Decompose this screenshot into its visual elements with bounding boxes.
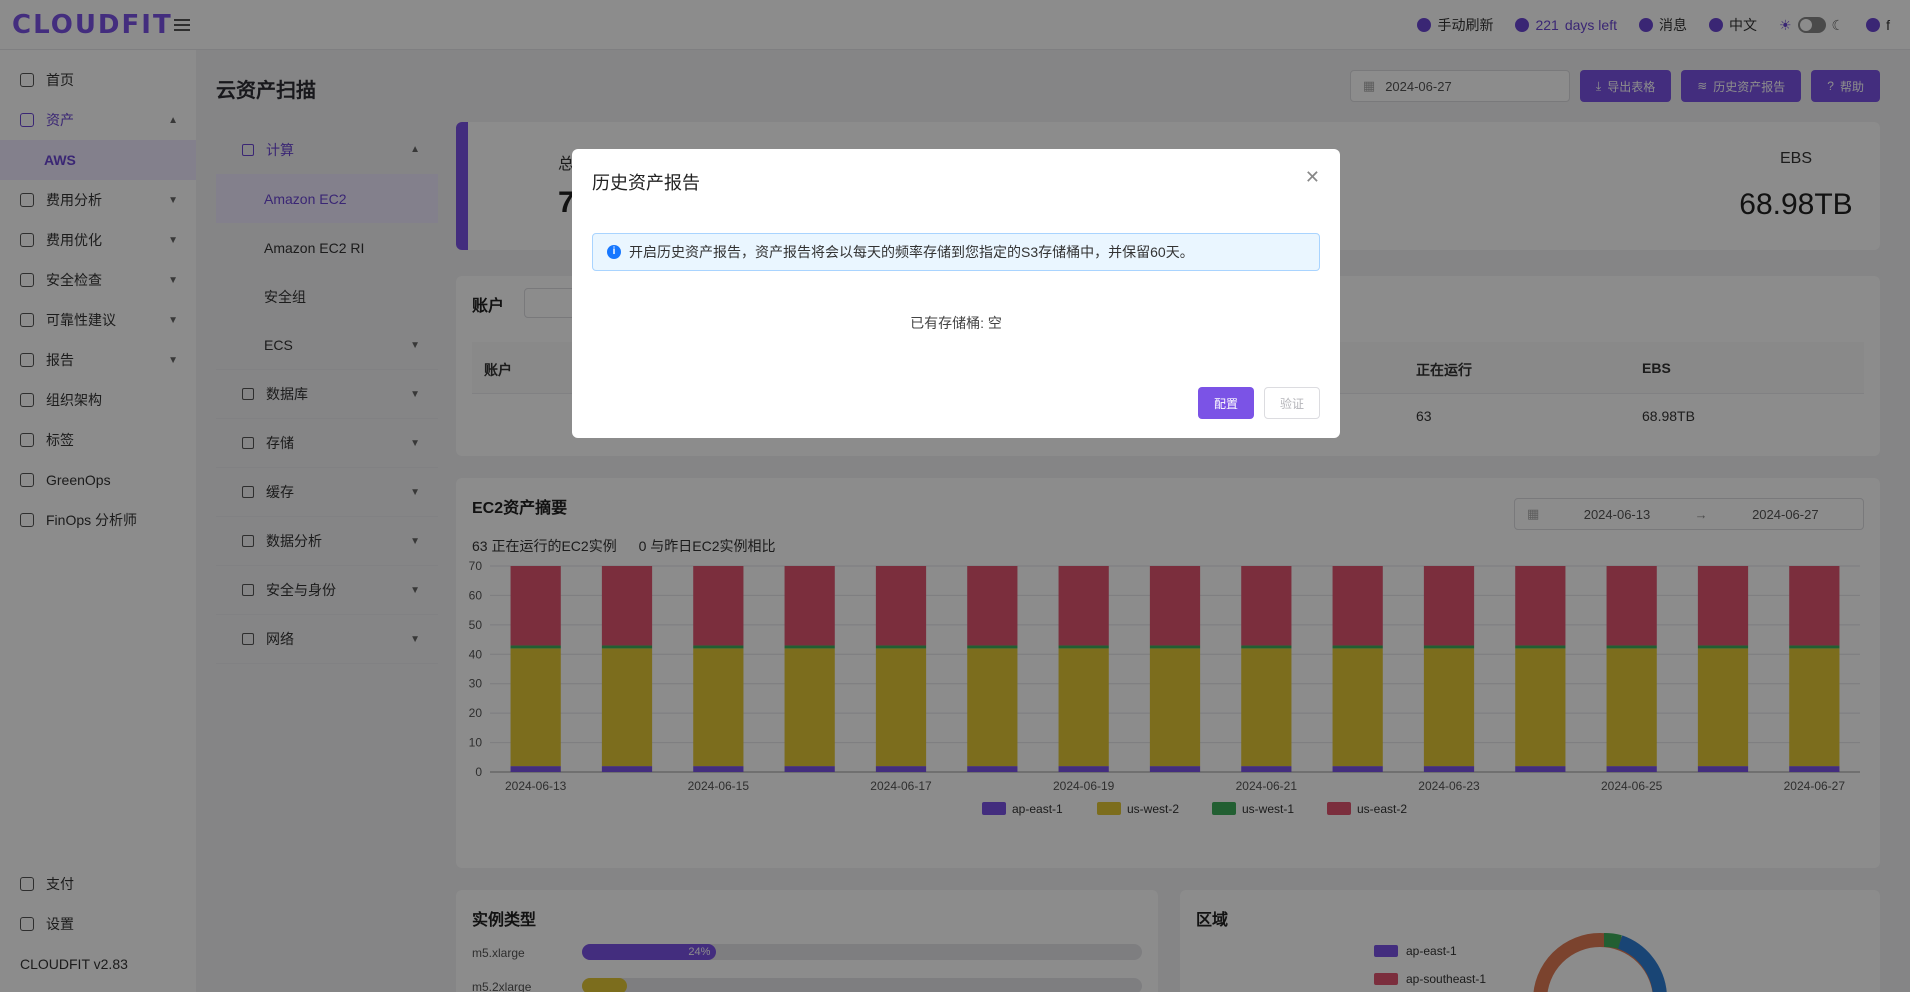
info-alert: i 开启历史资产报告，资产报告将会以每天的频率存储到您指定的S3存储桶中，并保留… (592, 233, 1320, 271)
configure-button[interactable]: 配置 (1198, 387, 1254, 419)
info-text: 开启历史资产报告，资产报告将会以每天的频率存储到您指定的S3存储桶中，并保留60… (629, 244, 1194, 260)
info-icon: i (607, 245, 621, 259)
bucket-status: 已有存储桶: 空 (910, 315, 1002, 331)
history-report-modal: 历史资产报告 ✕ i 开启历史资产报告，资产报告将会以每天的频率存储到您指定的S… (572, 149, 1340, 438)
modal-title: 历史资产报告 (592, 173, 700, 193)
close-icon[interactable]: ✕ (1305, 167, 1320, 188)
verify-button[interactable]: 验证 (1264, 387, 1320, 419)
